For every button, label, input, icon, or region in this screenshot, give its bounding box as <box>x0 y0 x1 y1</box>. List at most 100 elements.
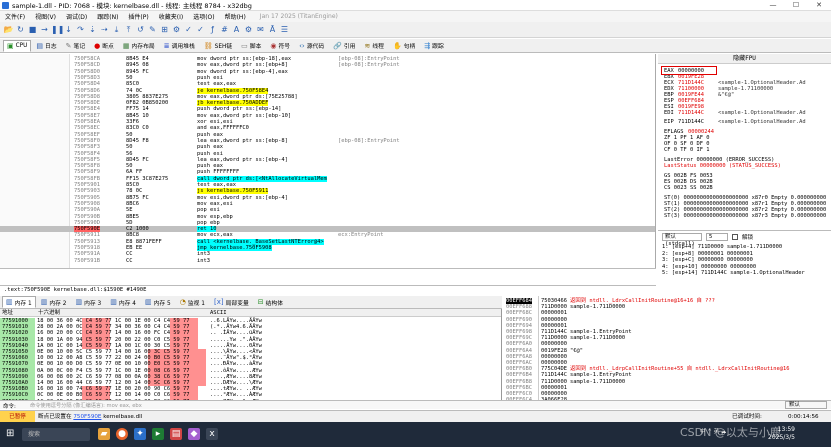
close-button[interactable]: ✕ <box>808 0 830 11</box>
disasm-row[interactable]: 750F590A 5E pop esi <box>0 207 655 213</box>
run-to-user-icon[interactable]: ⤓ <box>111 24 122 35</box>
tab-memory-map[interactable]: ▦ 内存布局 <box>119 40 159 52</box>
disasm-row[interactable]: 750F58EC 83C0 C0 and eax,FFFFFFC0 <box>0 125 655 131</box>
register-row[interactable]: EIP 711D144C <sample-1.OptionalHeader.Ad <box>664 119 806 125</box>
pause-icon[interactable]: ❚❚ <box>51 24 64 35</box>
tab-seh[interactable]: ⛓ SEH链 <box>200 40 236 52</box>
patch-icon[interactable]: ⚙ <box>171 24 182 35</box>
disasm-row[interactable]: 750F58D3 50 push esi <box>0 75 655 81</box>
disasm-row[interactable]: 750F58CA 8B45 E4 mov dword ptr ss:[ebp-18]… <box>0 56 655 62</box>
disasm-row[interactable]: 750F58D6 74 0C je kernelbase.750F58E4 <box>0 87 655 94</box>
disasm-row[interactable]: 750F58F5 8D45 FC lea eax,dword ptr ss:[ebp… <box>0 157 655 163</box>
tab-breakpoints[interactable]: ● 断点 <box>90 40 118 52</box>
menu-favourites[interactable]: 收藏夹(I) <box>154 12 188 21</box>
unlock-checkbox[interactable] <box>732 234 738 240</box>
disasm-row[interactable]: 750F5903 78 0C js kernelbase.750F5911 <box>0 188 655 195</box>
disasm-row[interactable]: 750F58F4 56 push esi <box>0 151 655 157</box>
script-icon[interactable]: ✉ <box>255 24 266 35</box>
argument-row[interactable]: 2: [esp+8] 00000001 00000001 <box>662 251 753 257</box>
tag-icon[interactable]: A <box>231 24 242 35</box>
menu-file[interactable]: 文件(F) <box>0 12 30 21</box>
pen-icon[interactable]: ✎ <box>147 24 158 35</box>
argument-row[interactable]: 3: [esp+C] 00000000 00000000 <box>662 257 753 263</box>
tab-script[interactable]: ▭ 脚本 <box>237 40 265 52</box>
disasm-row[interactable]: 750F58CD 8945 08 mov eax,dword ptr ss:[ebp… <box>0 62 655 68</box>
font-icon[interactable]: Ā <box>267 24 278 35</box>
stack-view[interactable]: 00EFF684 75030466 返回到 ntdll._LdrxCallInitR… <box>504 296 831 409</box>
disasm-row[interactable]: 750F58EF 50 push eax <box>0 132 655 138</box>
disasm-row[interactable]: 750F58FB FF15 3C87E275 call dword ptr ds:[… <box>0 175 655 182</box>
disasm-row[interactable]: 750F590D 5D pop ebp <box>0 220 655 226</box>
terminal-icon[interactable]: ▸ <box>152 428 164 440</box>
tab-references[interactable]: 🔗 引用 <box>329 40 359 52</box>
settings-icon[interactable]: ⚙ <box>243 24 254 35</box>
menu-options[interactable]: 选项(O) <box>188 12 219 21</box>
tab-handles[interactable]: ✋ 句柄 <box>389 40 419 52</box>
disasm-row[interactable]: 750F5918 EB EE jmp kernelbase.750F5908 <box>0 245 655 251</box>
argument-row[interactable]: 5: [esp+14] 711D144C sample-1.OptionalHe… <box>662 270 805 276</box>
hex-dump-view[interactable]: 地址 十六进制 ASCII 77591000 18 00 36 00 4C C4 … <box>0 309 502 409</box>
menu-debug[interactable]: 调试(D) <box>61 12 92 21</box>
arg-count-spinner[interactable]: 5 <box>706 233 728 241</box>
disasm-row[interactable]: 750F58EA 33F6 xor esi,esi <box>0 119 655 125</box>
disasm-row[interactable]: 750F58D0 8945 FC mov dword ptr ss:[ebp-4],… <box>0 69 655 75</box>
label-icon[interactable]: ✓ <box>195 24 206 35</box>
disasm-row[interactable]: 750F591B CC int3 <box>0 258 655 264</box>
run-icon[interactable]: → <box>39 24 50 35</box>
disasm-row[interactable]: 750F58F3 50 push eax <box>0 144 655 150</box>
open-icon[interactable]: 📂 <box>3 24 14 35</box>
tab-symbols[interactable]: ◉ 符号 <box>266 40 294 52</box>
step-into-icon[interactable]: ↓ <box>63 24 74 35</box>
tab-source[interactable]: ‹› 源代码 <box>295 40 328 52</box>
menu-view[interactable]: 视图(V) <box>30 12 61 21</box>
minimize-button[interactable]: — <box>762 0 784 11</box>
disasm-row[interactable]: 750F5908 8BC6 mov eax,esi <box>0 201 655 207</box>
function-icon[interactable]: ƒ <box>207 24 218 35</box>
tab-dump-4[interactable]: ▥ 内存 4 <box>106 296 140 308</box>
tab-dump-3[interactable]: ▥ 内存 3 <box>72 296 106 308</box>
file-explorer-icon[interactable]: ▰ <box>98 428 110 440</box>
tab-threads[interactable]: ≋ 线程 <box>360 40 387 52</box>
tab-dump-2[interactable]: ▥ 内存 2 <box>37 296 71 308</box>
maximize-button[interactable]: ☐ <box>785 0 807 11</box>
disasm-row[interactable]: 750F590E C2 1000 ret 10 <box>0 226 655 233</box>
stop-icon[interactable]: ■ <box>27 24 38 35</box>
command-mode-select[interactable]: 默认 <box>785 401 827 409</box>
x32dbg-taskbar-icon[interactable]: x <box>206 428 218 440</box>
step-over-icon[interactable]: ↷ <box>75 24 86 35</box>
disasm-row[interactable]: 750F58E4 FF75 14 push dword ptr ss:[ebp-14… <box>0 106 655 112</box>
tab-trace[interactable]: ⇶ 跟踪 <box>420 40 447 52</box>
status-address-link[interactable]: 750F590E <box>73 414 101 420</box>
tab-dump-5[interactable]: ▥ 内存 5 <box>141 296 175 308</box>
tab-locals[interactable]: [x] 局部变量 <box>210 296 253 308</box>
register-row[interactable]: EDI 711D144C <sample-1.OptionalHeader.Ad <box>664 110 806 116</box>
list-icon[interactable]: ☰ <box>279 24 290 35</box>
register-panel[interactable]: 隐藏FPU EAX 00000000 EBX 0019FE28 ECX 711D144C <… <box>658 54 831 230</box>
register-value[interactable]: 711D144C <box>678 110 718 116</box>
disasm-row[interactable]: 750F590B 8BE5 mov esp,ebp <box>0 214 655 220</box>
tab-struct[interactable]: ⊟ 结构体 <box>254 296 287 308</box>
disasm-row[interactable]: 750F58D8 3805 8837E275 mov eax,dword ptr d… <box>0 94 655 100</box>
tab-log[interactable]: ▤ 日志 <box>32 40 60 52</box>
disassembly-view[interactable]: 750F58CA 8B45 E4 mov dword ptr ss:[ebp-18]… <box>0 54 656 268</box>
tab-dump-1[interactable]: ▥ 内存 1 <box>2 296 36 308</box>
disasm-row[interactable]: 750F58F8 50 push eax <box>0 163 655 169</box>
argument-row[interactable]: 1: [esp+4] 711D0000 sample-1.711D0000 <box>662 244 782 250</box>
tab-callstack[interactable]: ≣ 调用堆栈 <box>160 40 199 52</box>
tab-watch-1[interactable]: ◔ 监视 1 <box>176 296 209 308</box>
argument-row[interactable]: 4: [esp+10] 00000000 00000000 <box>662 264 756 270</box>
app2-icon[interactable]: ◆ <box>188 428 200 440</box>
app-icon[interactable]: ✦ <box>134 428 146 440</box>
windows-start-icon[interactable]: ⊞ <box>6 429 16 439</box>
menu-plugins[interactable]: 插件(P) <box>123 12 153 21</box>
calling-convention-select[interactable]: 默认 (stdcall) <box>662 233 702 247</box>
disasm-row[interactable]: 750F58F0 8D45 F8 lea eax,dword ptr ss:[ebp… <box>0 138 655 144</box>
skip-icon[interactable]: ↺ <box>135 24 146 35</box>
disasm-row[interactable]: 750F58D4 85C0 test eax,eax <box>0 81 655 87</box>
disasm-row[interactable]: 750F58DE 0F82 0B850200 jb kernelbase.750AD… <box>0 100 655 107</box>
run-selection-icon[interactable]: ⊞ <box>159 24 170 35</box>
pdf-icon[interactable]: ▤ <box>170 428 182 440</box>
disasm-row[interactable]: 750F591A CC int3 <box>0 251 655 257</box>
flags-row[interactable]: CF 0 TF 0 IF 1 <box>664 147 709 153</box>
disasm-row[interactable]: 750F5901 85C0 test eax,eax <box>0 182 655 188</box>
